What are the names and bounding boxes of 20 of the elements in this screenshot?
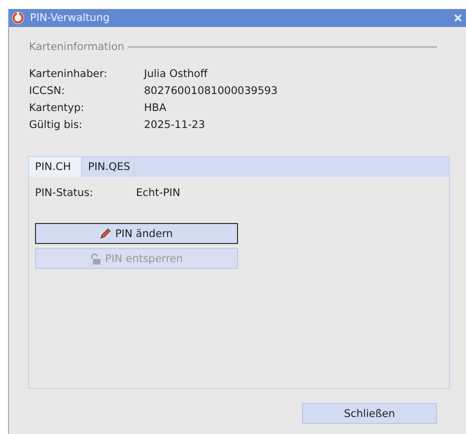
field-value: HBA [144, 102, 168, 114]
field-label: Gültig bis: [29, 119, 84, 131]
field-label: Kartentyp: [29, 102, 86, 114]
action-button[interactable]: PIN ändern [35, 223, 238, 244]
tab[interactable]: PIN.QES [82, 157, 135, 177]
padlock-icon [90, 252, 102, 264]
field-label: ICCSN: [29, 85, 66, 97]
section-title: Karteninformation [29, 41, 124, 53]
field-label: Karteninhaber: [29, 68, 108, 80]
close-button[interactable]: Schließen [302, 403, 437, 424]
status-value: Echt-PIN [136, 187, 180, 199]
pencil-icon [100, 228, 112, 239]
field-value: 80276001081000039593 [144, 85, 279, 97]
field-value: Julia Osthoff [144, 68, 209, 80]
power-icon [12, 12, 24, 24]
window-title: PIN-Verwaltung [30, 12, 111, 24]
tab[interactable]: PIN.CH [29, 157, 82, 177]
field-value: 2025-11-23 [144, 119, 206, 131]
close-icon[interactable] [454, 14, 462, 22]
status-label: PIN-Status: [35, 187, 94, 199]
